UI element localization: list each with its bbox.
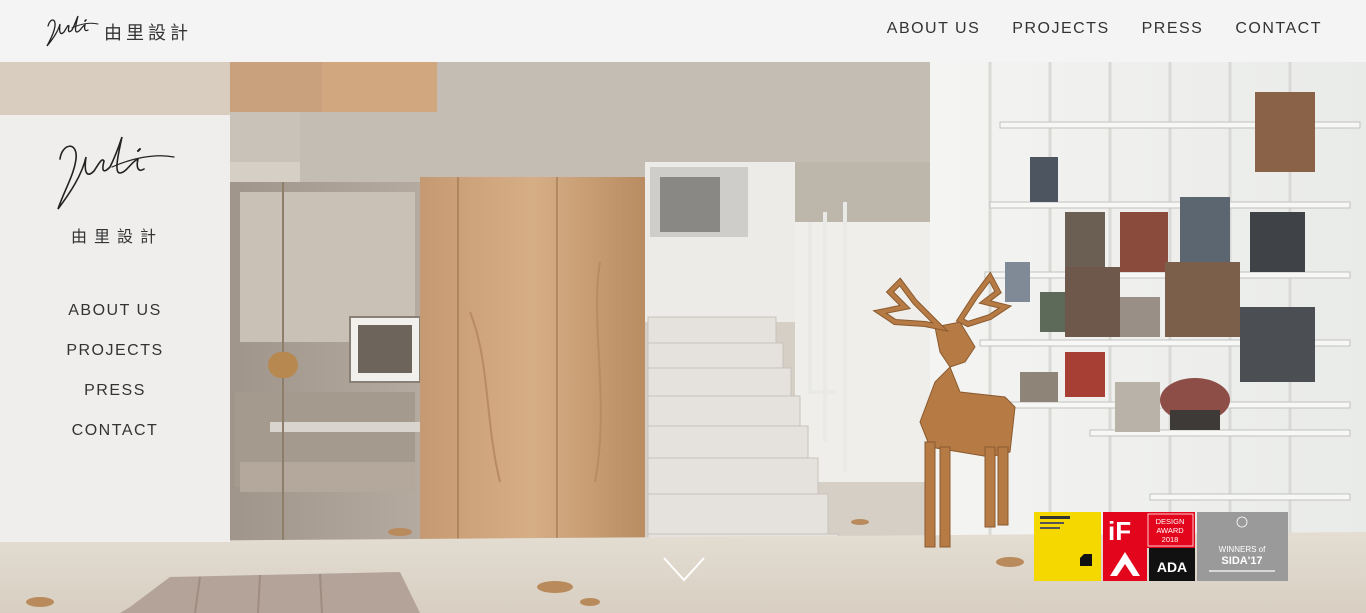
if-award-label-1: DESIGN	[1156, 517, 1185, 526]
side-nav-projects[interactable]: PROJECTS	[0, 341, 230, 381]
side-brand-name: 由里設計	[70, 227, 163, 246]
top-navigation: ABOUT US PROJECTS PRESS CONTACT	[855, 20, 1322, 38]
if-award-label-3: 2018	[1162, 535, 1179, 544]
header-brand-name: 由里設計	[104, 23, 192, 44]
side-navigation: ABOUT US PROJECTS PRESS CONTACT	[0, 301, 230, 461]
yuli-script-logo-icon	[46, 15, 99, 47]
chevron-down-icon[interactable]	[662, 556, 706, 582]
top-nav-projects[interactable]: PROJECTS	[1012, 20, 1109, 38]
svg-text:SIDA'17: SIDA'17	[1221, 555, 1262, 567]
svg-text:ADA: ADA	[1157, 559, 1187, 575]
header-logo[interactable]: 由里設計	[44, 12, 192, 50]
sida-17-badge: WINNERS of SIDA'17	[1197, 512, 1288, 581]
side-nav-about-us[interactable]: ABOUT US	[0, 301, 230, 341]
top-nav-contact[interactable]: CONTACT	[1235, 20, 1322, 38]
side-nav-press[interactable]: PRESS	[0, 381, 230, 421]
svg-text:iF: iF	[1108, 516, 1131, 546]
if-award-label-2: AWARD	[1156, 526, 1184, 535]
side-nav-contact[interactable]: CONTACT	[0, 421, 230, 461]
top-nav-press[interactable]: PRESS	[1142, 20, 1204, 38]
svg-text:WINNERS of: WINNERS of	[1219, 545, 1266, 554]
top-nav-about-us[interactable]: ABOUT US	[887, 20, 981, 38]
ada-award-badge: ADA	[1149, 548, 1195, 581]
side-panel: 由里設計 ABOUT US PROJECTS PRESS CONTACT	[0, 115, 230, 542]
yuli-large-script-logo-icon[interactable]	[50, 129, 180, 215]
if-design-award-2018-badge: iF DESIGN AWARD 2018	[1103, 512, 1195, 548]
a-design-badge	[1103, 548, 1147, 581]
il-design-award-badge	[1034, 512, 1101, 581]
site-header: 由里設計 ABOUT US PROJECTS PRESS CONTACT	[0, 0, 1366, 62]
award-badges: iF DESIGN AWARD 2018 ADA WINNERS of SIDA…	[1034, 512, 1288, 581]
